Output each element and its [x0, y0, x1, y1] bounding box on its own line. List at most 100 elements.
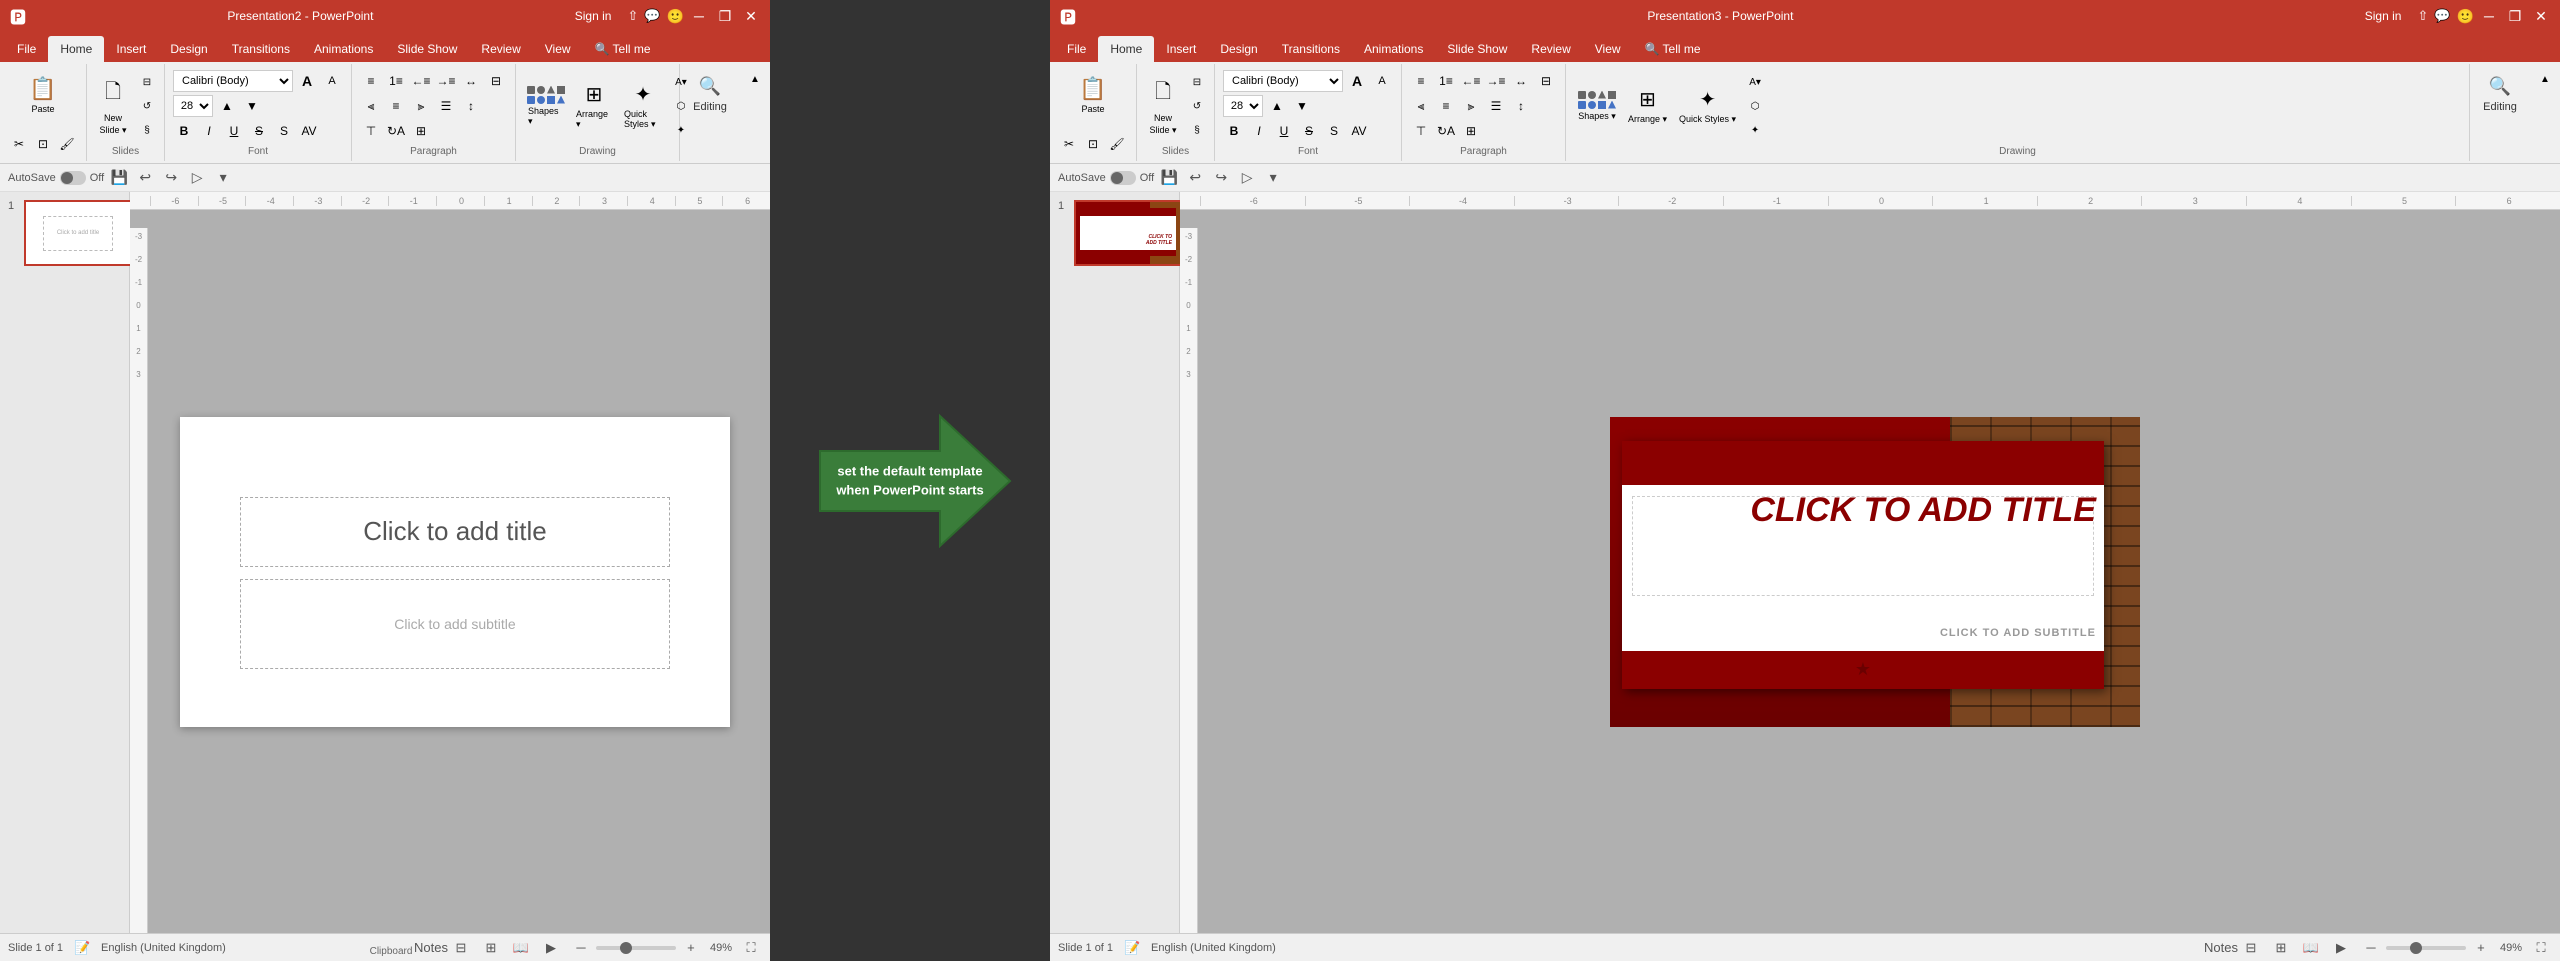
right-paste-btn[interactable]: 📋 Paste: [1073, 70, 1113, 120]
right-justify-btn[interactable]: ☰: [1485, 95, 1507, 117]
right-quickstyles-btn[interactable]: ✦ Quick Styles ▾: [1675, 76, 1740, 136]
left-shadow-btn[interactable]: S: [273, 120, 295, 142]
right-fit-slide-btn[interactable]: ⛶: [2530, 937, 2552, 959]
left-tab-slideshow[interactable]: Slide Show: [385, 36, 469, 62]
right-tab-tellme[interactable]: 🔍Tell me: [1633, 36, 1713, 62]
left-font-shrink-btn[interactable]: A: [321, 70, 343, 92]
right-tab-animations[interactable]: Animations: [1352, 36, 1435, 62]
right-font-shrink-btn[interactable]: A: [1371, 70, 1393, 92]
left-maximize-btn[interactable]: ❐: [716, 7, 734, 25]
right-save-btn[interactable]: 💾: [1158, 167, 1180, 189]
left-qat-more-btn[interactable]: ▾: [212, 167, 234, 189]
left-present-btn[interactable]: ▷: [186, 167, 208, 189]
left-subtitle-placeholder[interactable]: Click to add subtitle: [240, 579, 670, 669]
left-sign-in[interactable]: Sign in: [575, 9, 612, 23]
left-arrange-btn[interactable]: ⊞ Arrange ▾: [572, 76, 616, 136]
left-zoom-slider[interactable]: [596, 946, 676, 950]
right-font-inc-btn[interactable]: ▲: [1266, 95, 1288, 117]
left-quickstyles-btn[interactable]: ✦ Quick Styles ▾: [620, 76, 666, 136]
left-align-center-btn[interactable]: ≡: [385, 95, 407, 117]
right-tab-slideshow[interactable]: Slide Show: [1435, 36, 1519, 62]
left-font-family-select[interactable]: Calibri (Body): [173, 70, 293, 92]
left-font-grow-btn[interactable]: A: [296, 70, 318, 92]
right-layout-btn[interactable]: ⊟: [1186, 71, 1208, 93]
right-collapse-ribbon-btn[interactable]: ▲: [2534, 68, 2556, 90]
right-numbering-btn[interactable]: 1≡: [1435, 70, 1457, 92]
left-smartart-btn[interactable]: ⊞: [410, 120, 432, 142]
right-tab-design[interactable]: Design: [1208, 36, 1269, 62]
right-undo-btn[interactable]: ↩: [1184, 167, 1206, 189]
right-align-center-btn[interactable]: ≡: [1435, 95, 1457, 117]
right-tab-review[interactable]: Review: [1519, 36, 1582, 62]
right-tab-transitions[interactable]: Transitions: [1270, 36, 1352, 62]
left-tab-file[interactable]: File: [5, 36, 48, 62]
left-collapse-ribbon-btn[interactable]: ▲: [744, 68, 766, 90]
left-column-btn[interactable]: ⊟: [485, 70, 507, 92]
left-tab-tellme[interactable]: 🔍Tell me: [583, 36, 663, 62]
right-share-icon[interactable]: ⇧: [2417, 8, 2428, 24]
right-emoji-icon[interactable]: 🙂: [2457, 8, 2474, 25]
right-align-right-btn[interactable]: ⫸: [1460, 95, 1482, 117]
left-title-placeholder[interactable]: Click to add title: [240, 497, 670, 567]
left-tab-animations[interactable]: Animations: [302, 36, 385, 62]
left-align-left-btn[interactable]: ⫷: [360, 95, 382, 117]
right-valign-btn[interactable]: ⊤: [1410, 120, 1432, 142]
left-cut-btn[interactable]: ✂: [8, 133, 30, 155]
right-normal-view-btn[interactable]: ⊟: [2240, 937, 2262, 959]
right-strikethrough-btn[interactable]: S: [1298, 120, 1320, 142]
right-align-left-btn[interactable]: ⫷: [1410, 95, 1432, 117]
right-autosave-toggle[interactable]: [1110, 171, 1136, 185]
left-bold-btn[interactable]: B: [173, 120, 195, 142]
right-tab-view[interactable]: View: [1583, 36, 1633, 62]
right-indent-more-btn[interactable]: →≡: [1485, 70, 1507, 92]
left-italic-btn[interactable]: I: [198, 120, 220, 142]
right-minimize-btn[interactable]: ─: [2480, 7, 2498, 25]
right-font-grow-btn[interactable]: A: [1346, 70, 1368, 92]
left-new-slide-btn[interactable]: 🗋 New Slide ▾: [93, 81, 133, 131]
left-tab-review[interactable]: Review: [469, 36, 532, 62]
left-strikethrough-btn[interactable]: S: [248, 120, 270, 142]
right-format-painter-btn[interactable]: 🖌: [1106, 133, 1128, 155]
left-comment-icon[interactable]: 💬: [644, 8, 660, 24]
right-slide-canvas[interactable]: CLICK TO ADD TITLE CLICK TO ADD SUBTITLE…: [1610, 417, 2140, 727]
left-tab-insert[interactable]: Insert: [104, 36, 158, 62]
right-smartart-btn[interactable]: ⊞: [1460, 120, 1482, 142]
right-arrange-btn[interactable]: ⊞ Arrange ▾: [1624, 76, 1671, 136]
left-autosave-toggle[interactable]: [60, 171, 86, 185]
right-redo-btn[interactable]: ↪: [1210, 167, 1232, 189]
left-textdir-btn[interactable]: ↻A: [385, 120, 407, 142]
right-comment-icon[interactable]: 💬: [2434, 8, 2450, 24]
left-tab-view[interactable]: View: [533, 36, 583, 62]
left-redo-btn[interactable]: ↪: [160, 167, 182, 189]
right-zoom-in-btn[interactable]: +: [2470, 937, 2492, 959]
right-column-btn[interactable]: ⊟: [1535, 70, 1557, 92]
right-zoom-slider[interactable]: [2386, 946, 2466, 950]
right-new-slide-btn[interactable]: 🗋 New Slide ▾: [1143, 81, 1183, 131]
left-copy-btn[interactable]: ⊡: [32, 133, 54, 155]
right-shapecolor-btn[interactable]: A▾: [1744, 71, 1766, 93]
left-slide-canvas[interactable]: Click to add title Click to add subtitle: [180, 417, 730, 727]
left-font-dec-btn[interactable]: ▼: [241, 95, 263, 117]
right-bold-btn[interactable]: B: [1223, 120, 1245, 142]
right-font-family-select[interactable]: Calibri (Body): [1223, 70, 1343, 92]
right-slideshow-btn[interactable]: ▶: [2330, 937, 2352, 959]
right-copy-btn[interactable]: ⊡: [1082, 133, 1104, 155]
left-charspace-btn[interactable]: AV: [298, 120, 320, 142]
right-shapeeffect-btn[interactable]: ✦: [1744, 119, 1766, 141]
left-section-btn[interactable]: §: [136, 119, 158, 141]
left-tab-home[interactable]: Home: [48, 36, 104, 62]
left-close-btn[interactable]: ✕: [742, 7, 760, 25]
right-notes-icon[interactable]: 📝: [1121, 937, 1143, 959]
right-font-size-select[interactable]: 28: [1223, 95, 1263, 117]
right-section-btn[interactable]: §: [1186, 119, 1208, 141]
right-tab-insert[interactable]: Insert: [1154, 36, 1208, 62]
right-charspace-btn[interactable]: AV: [1348, 120, 1370, 142]
right-tab-home[interactable]: Home: [1098, 36, 1154, 62]
right-font-dec-btn[interactable]: ▼: [1291, 95, 1313, 117]
left-slide-1-thumbnail[interactable]: Click to add title: [24, 200, 132, 266]
right-bullets-btn[interactable]: ≡: [1410, 70, 1432, 92]
left-share-icon[interactable]: ⇧: [627, 8, 638, 24]
right-rtl-btn[interactable]: ↔: [1510, 70, 1532, 92]
right-reset-btn[interactable]: ↺: [1186, 95, 1208, 117]
left-rtl-btn[interactable]: ↔: [460, 70, 482, 92]
